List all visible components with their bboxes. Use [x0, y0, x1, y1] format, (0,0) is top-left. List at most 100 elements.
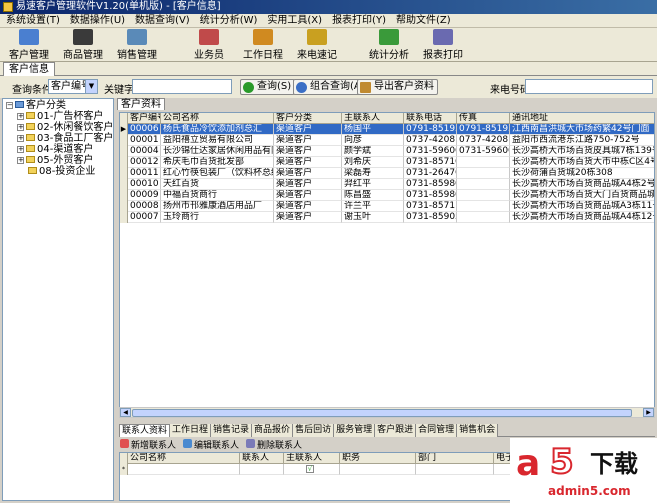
- customer-manage-button[interactable]: 客户管理: [4, 29, 54, 61]
- col-contact-name[interactable]: 联系人: [240, 453, 284, 464]
- watermark-logo: a 5 下载 admin5.com: [510, 438, 657, 503]
- report-print-button[interactable]: 报表打印: [418, 29, 468, 61]
- folder-icon: [26, 123, 35, 130]
- contacts-new-row[interactable]: * √: [120, 464, 540, 475]
- logo-letter-a: a: [516, 443, 541, 484]
- tree-item-food-factory[interactable]: +03-食品工厂客户: [17, 133, 113, 144]
- window-title: 易速客户管理软件V1.20(单机版) - [客户信息]: [16, 1, 221, 12]
- tab-opportunities[interactable]: 销售机会: [457, 424, 499, 437]
- table-row[interactable]: 00004 长沙锦仕达家居休闲用品有限公司 渠道客户 颜学斌 0731-5960…: [120, 146, 654, 157]
- col-fax[interactable]: 传真: [457, 113, 510, 124]
- table-row[interactable]: 00001 益阳禧立贸易有限公司 渠道客户 向彦 0737-4208126 07…: [120, 135, 654, 146]
- col-company-name[interactable]: 公司名称: [128, 453, 240, 464]
- statistics-button[interactable]: 统计分析: [364, 29, 414, 61]
- col-company[interactable]: 公司名称: [161, 113, 274, 124]
- tree-item-investment[interactable]: 08-投资企业: [28, 166, 95, 177]
- main-toolbar: 客户管理 商品管理 销售管理 业务员 工作日程 来电速记 统计分析 报表打印: [0, 28, 657, 62]
- menu-help[interactable]: 帮助文件(Z): [394, 14, 453, 27]
- folder-icon: [28, 167, 37, 174]
- edit-contact-button[interactable]: 编辑联系人: [182, 438, 239, 451]
- col-primary-contact[interactable]: 主联系人: [284, 453, 340, 464]
- query-condition-label: 查询条件: [12, 85, 52, 96]
- horizontal-scrollbar[interactable]: ◀ ▶: [119, 407, 655, 418]
- tab-follow-up[interactable]: 客户跟进: [375, 424, 417, 437]
- phone-memo-icon: [307, 29, 327, 45]
- row-pointer-icon: ▶: [120, 124, 128, 135]
- panel-title: 客户资料: [117, 98, 165, 110]
- menu-tools[interactable]: 实用工具(X): [265, 14, 324, 27]
- contact-toolbar: 新增联系人 编辑联系人 删除联系人: [119, 438, 519, 451]
- tree-item-foreign-trade[interactable]: +05-外贸客户: [17, 155, 93, 166]
- expand-icon[interactable]: +: [17, 146, 24, 153]
- expand-icon[interactable]: +: [17, 157, 24, 164]
- col-department[interactable]: 部门: [416, 453, 494, 464]
- product-manage-button[interactable]: 商品管理: [58, 29, 108, 61]
- tab-contracts[interactable]: 合同管理: [416, 424, 458, 437]
- table-row[interactable]: 00011 红心竹筷包装厂（饮料杯总经销） 渠道客户 梁磊寿 0731-2647…: [120, 168, 654, 179]
- keyword-input[interactable]: [132, 79, 232, 94]
- col-title[interactable]: 职务: [340, 453, 416, 464]
- chevron-down-icon[interactable]: ▼: [85, 80, 97, 93]
- tree-item-leisure[interactable]: +02-休闲餐饮客户: [17, 122, 113, 133]
- query-bar: 查询条件 客户编号 ▼ 关键字 查询(S) 组合查询(A) 导出客户资料 来电号…: [0, 76, 657, 98]
- tab-contacts[interactable]: 联系人资料: [119, 424, 171, 437]
- table-row[interactable]: 00010 天红百货 渠道客户 羿红平 0731-85986816 长沙高桥大市…: [120, 179, 654, 190]
- contacts-grid: 公司名称 联系人 主联系人 职务 部门 电子 * √: [119, 452, 540, 501]
- table-row[interactable]: 00008 扬州市邗雅康酒店用品厂 渠道客户 许兰平 0731-85711112…: [120, 201, 654, 212]
- phone-memo-button[interactable]: 来电速记: [292, 29, 342, 61]
- contacts-header: 公司名称 联系人 主联系人 职务 部门 电子: [120, 453, 540, 464]
- search-button[interactable]: 查询(S): [240, 79, 296, 95]
- collapse-icon[interactable]: −: [6, 102, 13, 109]
- title-bar: 易速客户管理软件V1.20(单机版) - [客户信息]: [0, 0, 657, 14]
- customer-grid: 客户编号 公司名称 客户分类 主联系人 联系电话 传真 通讯地址 ▶ 00006…: [119, 112, 655, 418]
- scrollbar-thumb[interactable]: [132, 409, 632, 417]
- col-category[interactable]: 客户分类: [274, 113, 342, 124]
- scroll-left-icon[interactable]: ◀: [120, 408, 131, 417]
- table-row[interactable]: ▶ 00006 杨氏食品冷饮添加剂总汇 渠道客户 杨国平 0791-851936…: [120, 124, 654, 135]
- menu-data-ops[interactable]: 数据操作(U): [68, 14, 127, 27]
- tree-item-ad-cup[interactable]: +01-广告杯客户: [17, 111, 103, 122]
- tab-service[interactable]: 服务管理: [334, 424, 376, 437]
- col-customer-id[interactable]: 客户编号: [128, 113, 161, 124]
- table-row[interactable]: 00007 玉玲商行 渠道客户 谢玉叶 0731-85905792 长沙高桥大市…: [120, 212, 654, 223]
- col-address[interactable]: 通讯地址: [510, 113, 654, 124]
- tree-root[interactable]: − 客户分类: [6, 100, 66, 111]
- primary-contact-checkbox[interactable]: √: [306, 465, 314, 473]
- app-icon: [3, 2, 13, 12]
- edit-contact-icon: [183, 439, 193, 448]
- schedule-button[interactable]: 工作日程: [238, 29, 288, 61]
- schedule-icon: [253, 29, 273, 45]
- col-phone[interactable]: 联系电话: [404, 113, 457, 124]
- salesperson-button[interactable]: 业务员: [184, 29, 234, 61]
- tree-item-channel[interactable]: +04-渠道客户: [17, 144, 93, 155]
- folder-icon: [15, 101, 24, 108]
- magnifier-icon: [296, 82, 307, 93]
- col-contact[interactable]: 主联系人: [342, 113, 404, 124]
- category-tree: − 客户分类 +01-广告杯客户 +02-休闲餐饮客户 +03-食品工厂客户 +0…: [2, 98, 114, 501]
- table-row[interactable]: 00012 希庆毛巾百货批发部 渠道客户 刘希庆 0731-85716791 长…: [120, 157, 654, 168]
- query-condition-select[interactable]: 客户编号 ▼: [48, 79, 98, 94]
- menu-data-query[interactable]: 数据查询(V): [133, 14, 192, 27]
- menu-system[interactable]: 系统设置(T): [4, 14, 62, 27]
- add-contact-button[interactable]: 新增联系人: [119, 438, 176, 451]
- sales-manage-icon: [127, 29, 147, 45]
- expand-icon[interactable]: +: [17, 135, 24, 142]
- tab-customer-info[interactable]: 客户信息: [3, 62, 55, 76]
- sales-manage-button[interactable]: 销售管理: [112, 29, 162, 61]
- expand-icon[interactable]: +: [17, 124, 24, 131]
- detail-tabs: 联系人资料 工作日程 销售记录 商品报价 售后回访 服务管理 客户跟进 合同管理…: [119, 424, 655, 437]
- caller-number-input[interactable]: [525, 79, 653, 94]
- table-row[interactable]: 00009 中福百货商行 渠道客户 陈昌盛 0731-85986803 长沙高桥…: [120, 190, 654, 201]
- menu-reports[interactable]: 报表打印(Y): [330, 14, 388, 27]
- tab-quotes[interactable]: 商品报价: [252, 424, 294, 437]
- salesperson-icon: [199, 29, 219, 45]
- tab-sales-records[interactable]: 销售记录: [211, 424, 253, 437]
- scroll-right-icon[interactable]: ▶: [643, 408, 654, 417]
- tab-schedule[interactable]: 工作日程: [170, 424, 212, 437]
- expand-icon[interactable]: +: [17, 113, 24, 120]
- tab-after-sales[interactable]: 售后回访: [293, 424, 335, 437]
- export-button[interactable]: 导出客户资料: [357, 79, 438, 95]
- folder-icon: [26, 145, 35, 152]
- menu-statistics[interactable]: 统计分析(W): [198, 14, 260, 27]
- delete-contact-button[interactable]: 删除联系人: [245, 438, 302, 451]
